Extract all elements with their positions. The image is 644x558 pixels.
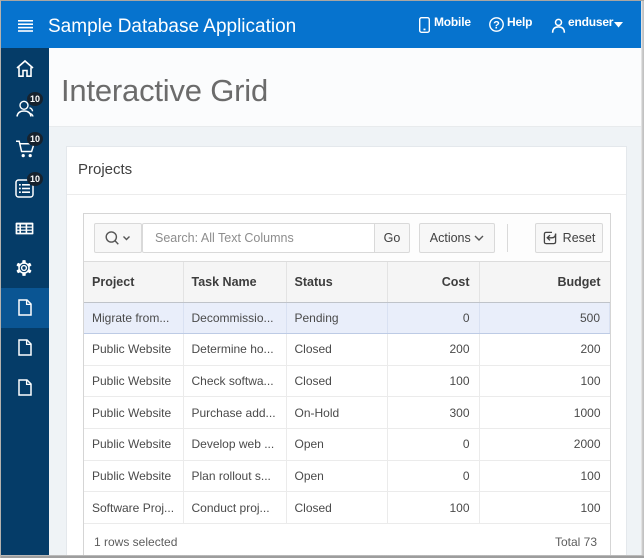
svg-text:?: ? (493, 19, 500, 31)
